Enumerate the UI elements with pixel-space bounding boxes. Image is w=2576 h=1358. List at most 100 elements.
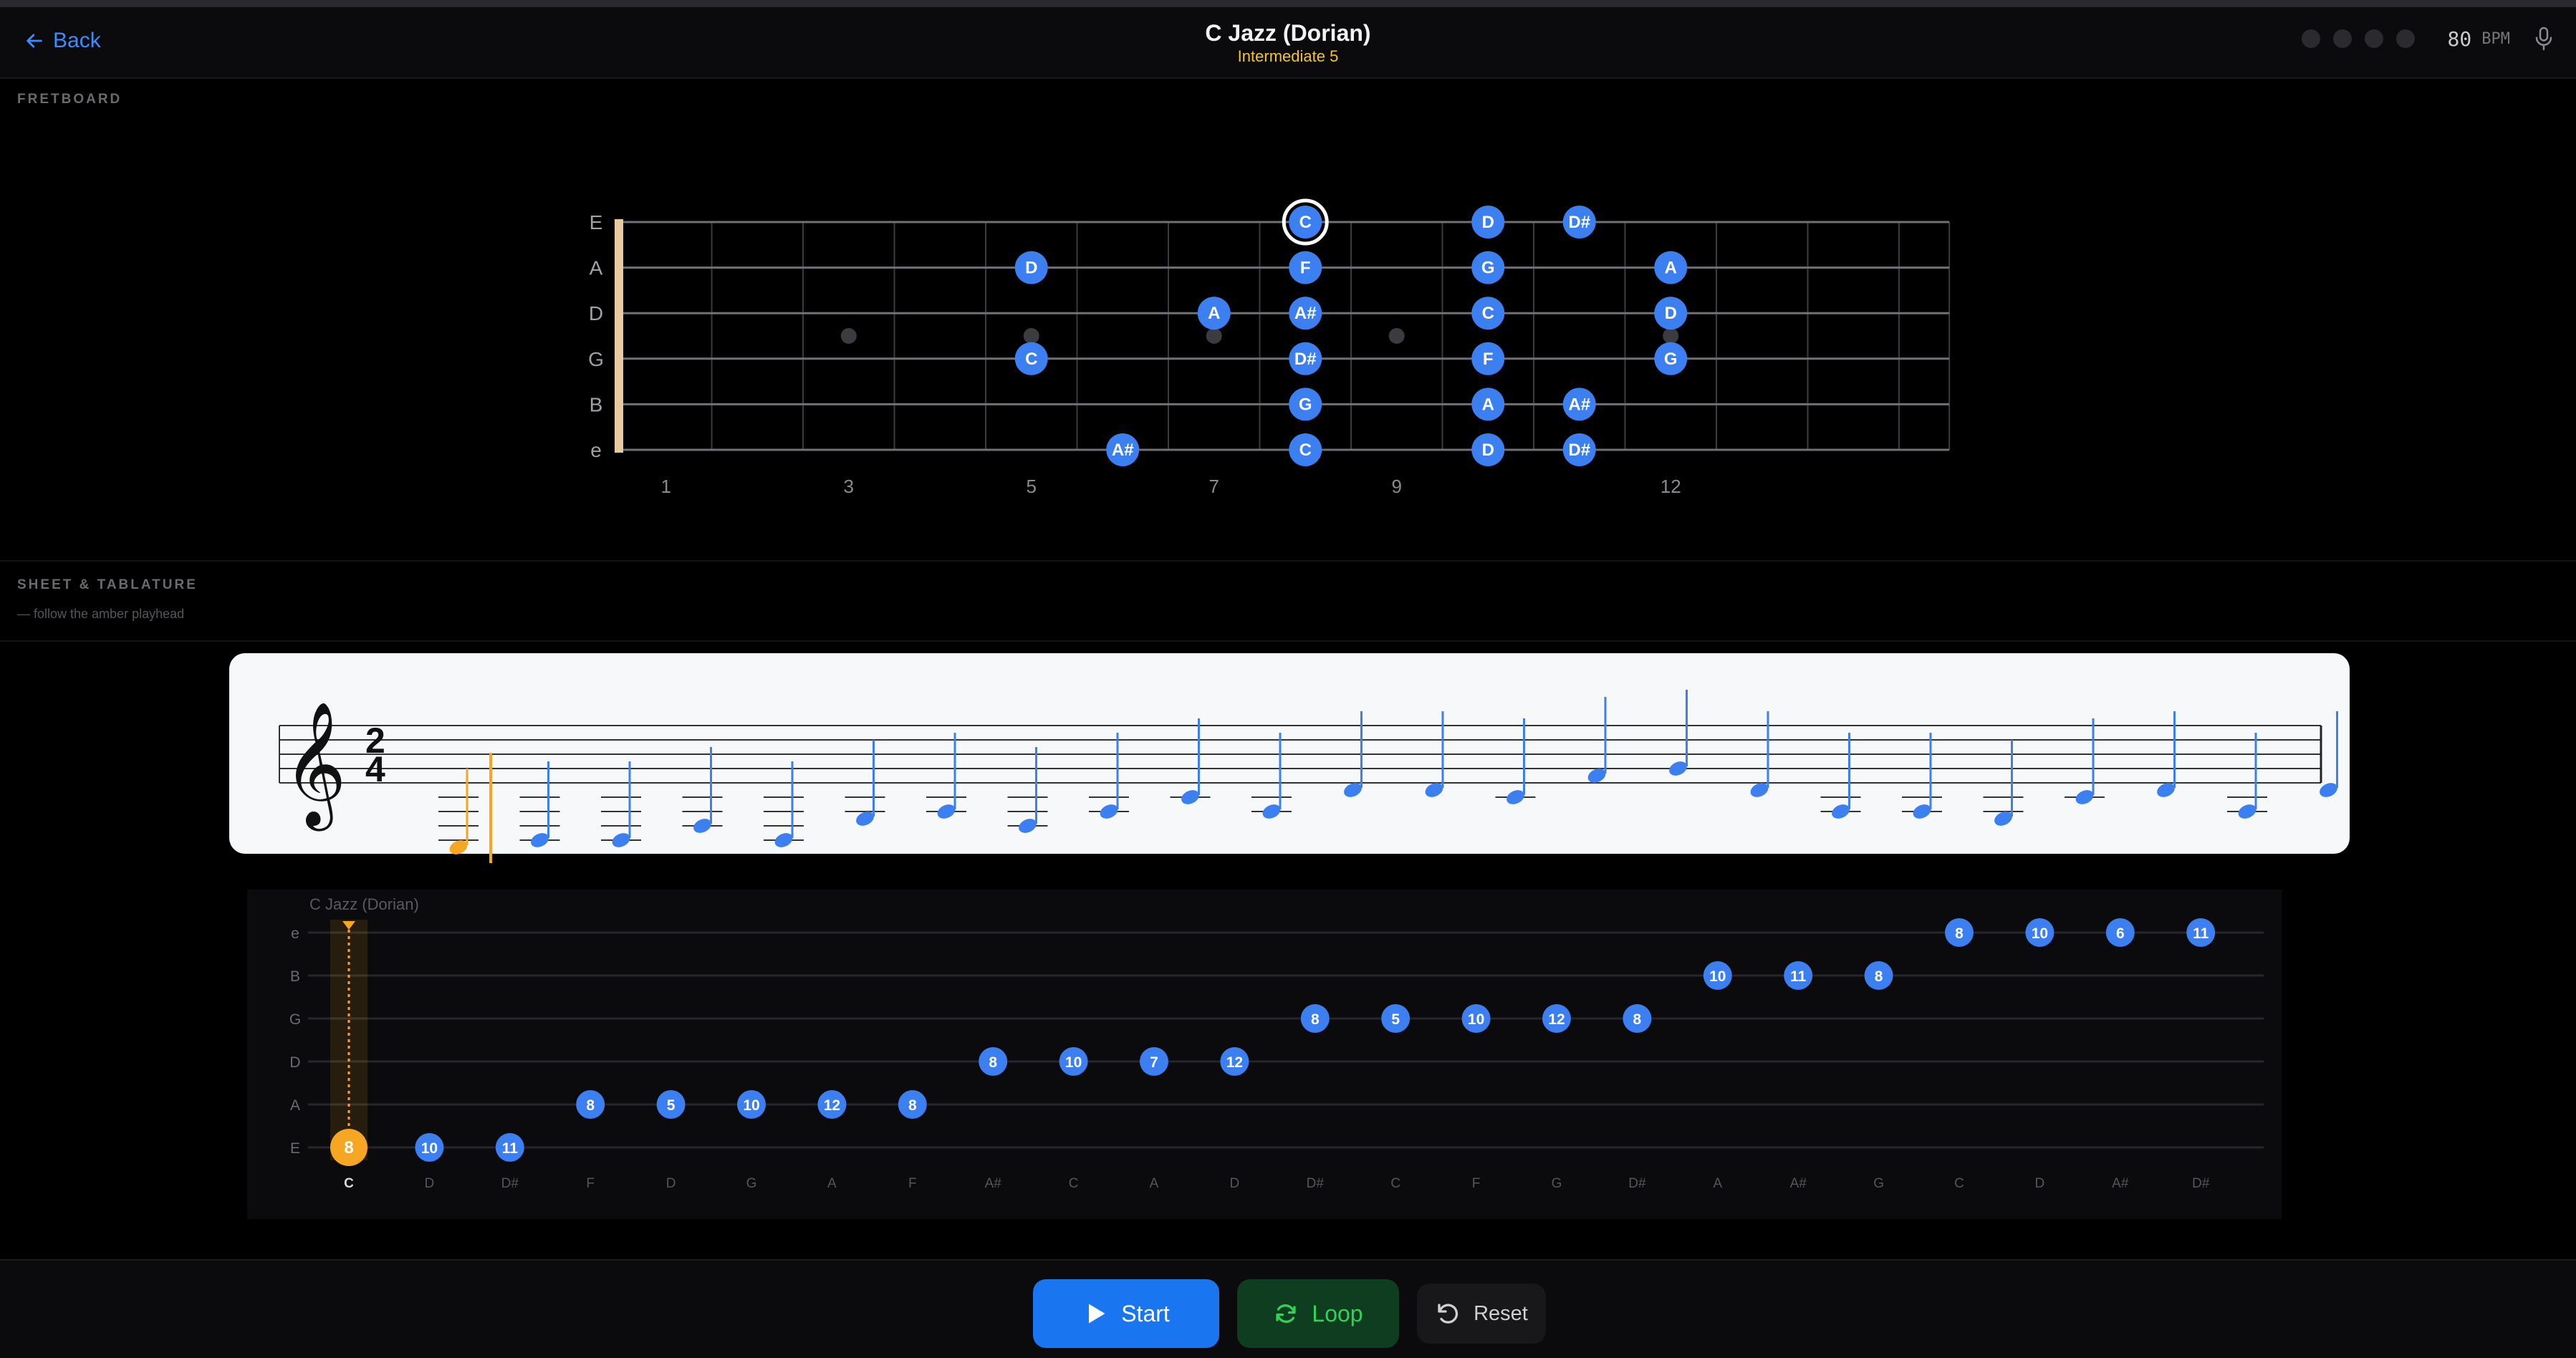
note-label: D# [1568, 440, 1590, 460]
tab-note: 8 [576, 1090, 605, 1119]
tab-note: 10 [1461, 1004, 1491, 1033]
start-button-label: Start [1121, 1300, 1170, 1326]
tab-note: 8 [1864, 961, 1893, 990]
header-status: 80 BPM [2301, 26, 2555, 52]
fretboard-note[interactable]: D# [1562, 433, 1596, 466]
tab-note-name: A [827, 1176, 837, 1191]
note-label: D [1482, 440, 1494, 460]
fretboard-nut [615, 219, 623, 453]
fretboard-note[interactable]: A# [1562, 387, 1596, 421]
fretboard-note[interactable]: D# [1289, 342, 1322, 375]
note-label: F [1483, 350, 1494, 369]
start-button[interactable]: Start [1033, 1279, 1219, 1348]
tab-note: 11 [495, 1133, 524, 1162]
bpm-value[interactable]: 80 [2448, 27, 2472, 51]
fretboard-note[interactable]: A [1654, 251, 1688, 284]
fret-inlay [1023, 328, 1039, 344]
tab-fret-number: 5 [1391, 1011, 1400, 1028]
fretboard-note[interactable]: D [1471, 206, 1505, 239]
fretboard-note[interactable]: A# [1106, 433, 1140, 466]
note-label: F [1300, 259, 1311, 278]
fretboard-note[interactable]: D [1471, 433, 1505, 466]
window-top-bar [0, 0, 2576, 7]
tab-fret-number: 12 [1548, 1011, 1565, 1028]
fretboard-note[interactable]: C [1282, 198, 1329, 246]
fretboard-note[interactable]: G [1471, 251, 1505, 284]
section-divider-2 [0, 640, 2576, 642]
tab-fret-number: 10 [421, 1140, 438, 1157]
tab-note: 10 [415, 1133, 444, 1162]
loop-button[interactable]: Loop [1237, 1279, 1399, 1348]
tab-note: 5 [656, 1090, 686, 1119]
section-divider [0, 560, 2576, 562]
tab-fret-number: 11 [2193, 925, 2209, 942]
fretboard-note[interactable]: F [1471, 342, 1505, 375]
tab-note-name: F [1472, 1176, 1481, 1191]
fret-number: 5 [1027, 476, 1037, 497]
tab-note: 5 [1381, 1004, 1410, 1033]
treble-clef: 𝄞 [283, 703, 347, 832]
tab-note-name: D [1230, 1176, 1240, 1191]
tab-fret-number: 10 [743, 1097, 759, 1114]
string-label: B [590, 393, 603, 415]
fretboard-note[interactable]: A [1471, 387, 1505, 421]
fretboard-note[interactable]: C [1014, 342, 1048, 375]
beat-indicator-3 [2364, 29, 2383, 48]
tab-note: 10 [1703, 961, 1732, 990]
note-label: C [1299, 440, 1312, 460]
fretboard-note[interactable]: F [1289, 251, 1322, 284]
note-label: G [1664, 350, 1678, 369]
tab-string-label: G [289, 1011, 301, 1028]
note-label: A# [1112, 440, 1134, 460]
bpm-unit: BPM [2481, 29, 2510, 48]
sheet-music-staff: 𝄞 24 [229, 653, 2350, 863]
fretboard-note[interactable]: A# [1289, 297, 1322, 330]
fret-number: 9 [1392, 476, 1402, 497]
tab-note-name: D# [1307, 1176, 1325, 1191]
tab-note-name: C [1954, 1176, 1964, 1191]
reset-button[interactable]: Reset [1417, 1284, 1546, 1344]
note-label: D [1025, 259, 1037, 278]
tab-note: 8 [1300, 1004, 1330, 1033]
note-label: G [1481, 259, 1495, 278]
beat-indicator-4 [2395, 29, 2415, 48]
fretboard-note[interactable]: G [1289, 387, 1322, 421]
note-label: C [1482, 304, 1494, 323]
fretboard-note[interactable]: G [1654, 342, 1688, 375]
fretboard-note[interactable]: A [1197, 297, 1231, 330]
tab-fret-number: 12 [824, 1097, 840, 1114]
fretboard-note[interactable]: C [1471, 297, 1505, 330]
string-label: A [590, 257, 603, 279]
microphone-icon[interactable] [2533, 26, 2555, 52]
string-label: e [590, 439, 602, 461]
tab-note: 8 [898, 1090, 927, 1119]
note-label: D [1482, 213, 1494, 232]
string-label: E [590, 211, 603, 233]
tab-note-name: A [1150, 1176, 1159, 1191]
tab-string-label: A [290, 1097, 300, 1114]
tab-note: 10 [737, 1090, 766, 1119]
tab-note-name: D# [1628, 1176, 1646, 1191]
tab-fret-number: 10 [1468, 1011, 1484, 1028]
tab-panel [247, 890, 2282, 1219]
fret-number: 1 [661, 476, 671, 497]
fret-inlay [1663, 328, 1679, 344]
tab-note-name: D# [2192, 1176, 2210, 1191]
tab-note: 7 [1140, 1047, 1168, 1076]
tab-note-name: A# [2112, 1176, 2129, 1191]
beat-indicator-1 [2301, 29, 2320, 48]
tab-fret-number: 5 [667, 1097, 676, 1114]
fret-number: 3 [844, 476, 854, 497]
fretboard-note[interactable]: D# [1562, 206, 1596, 239]
tab-note-name: G [746, 1176, 757, 1191]
tab-fret-number: 8 [344, 1138, 353, 1157]
fretboard-note[interactable]: D [1014, 251, 1048, 284]
fretboard-section-label: FRETBOARD [17, 92, 122, 107]
note-label: C [1025, 350, 1037, 369]
fretboard-note[interactable]: D [1654, 297, 1688, 330]
note-label: A# [1294, 304, 1317, 323]
fretboard-note[interactable]: C [1289, 433, 1322, 466]
fretboard[interactable]: E A D G Be 1 3 5 7 9 12 C D D# D F G A A A# C D C D# F G G A A# A# C D D… [0, 136, 2576, 537]
fret-number: 7 [1209, 476, 1219, 497]
tab-note-name: G [1552, 1176, 1562, 1191]
